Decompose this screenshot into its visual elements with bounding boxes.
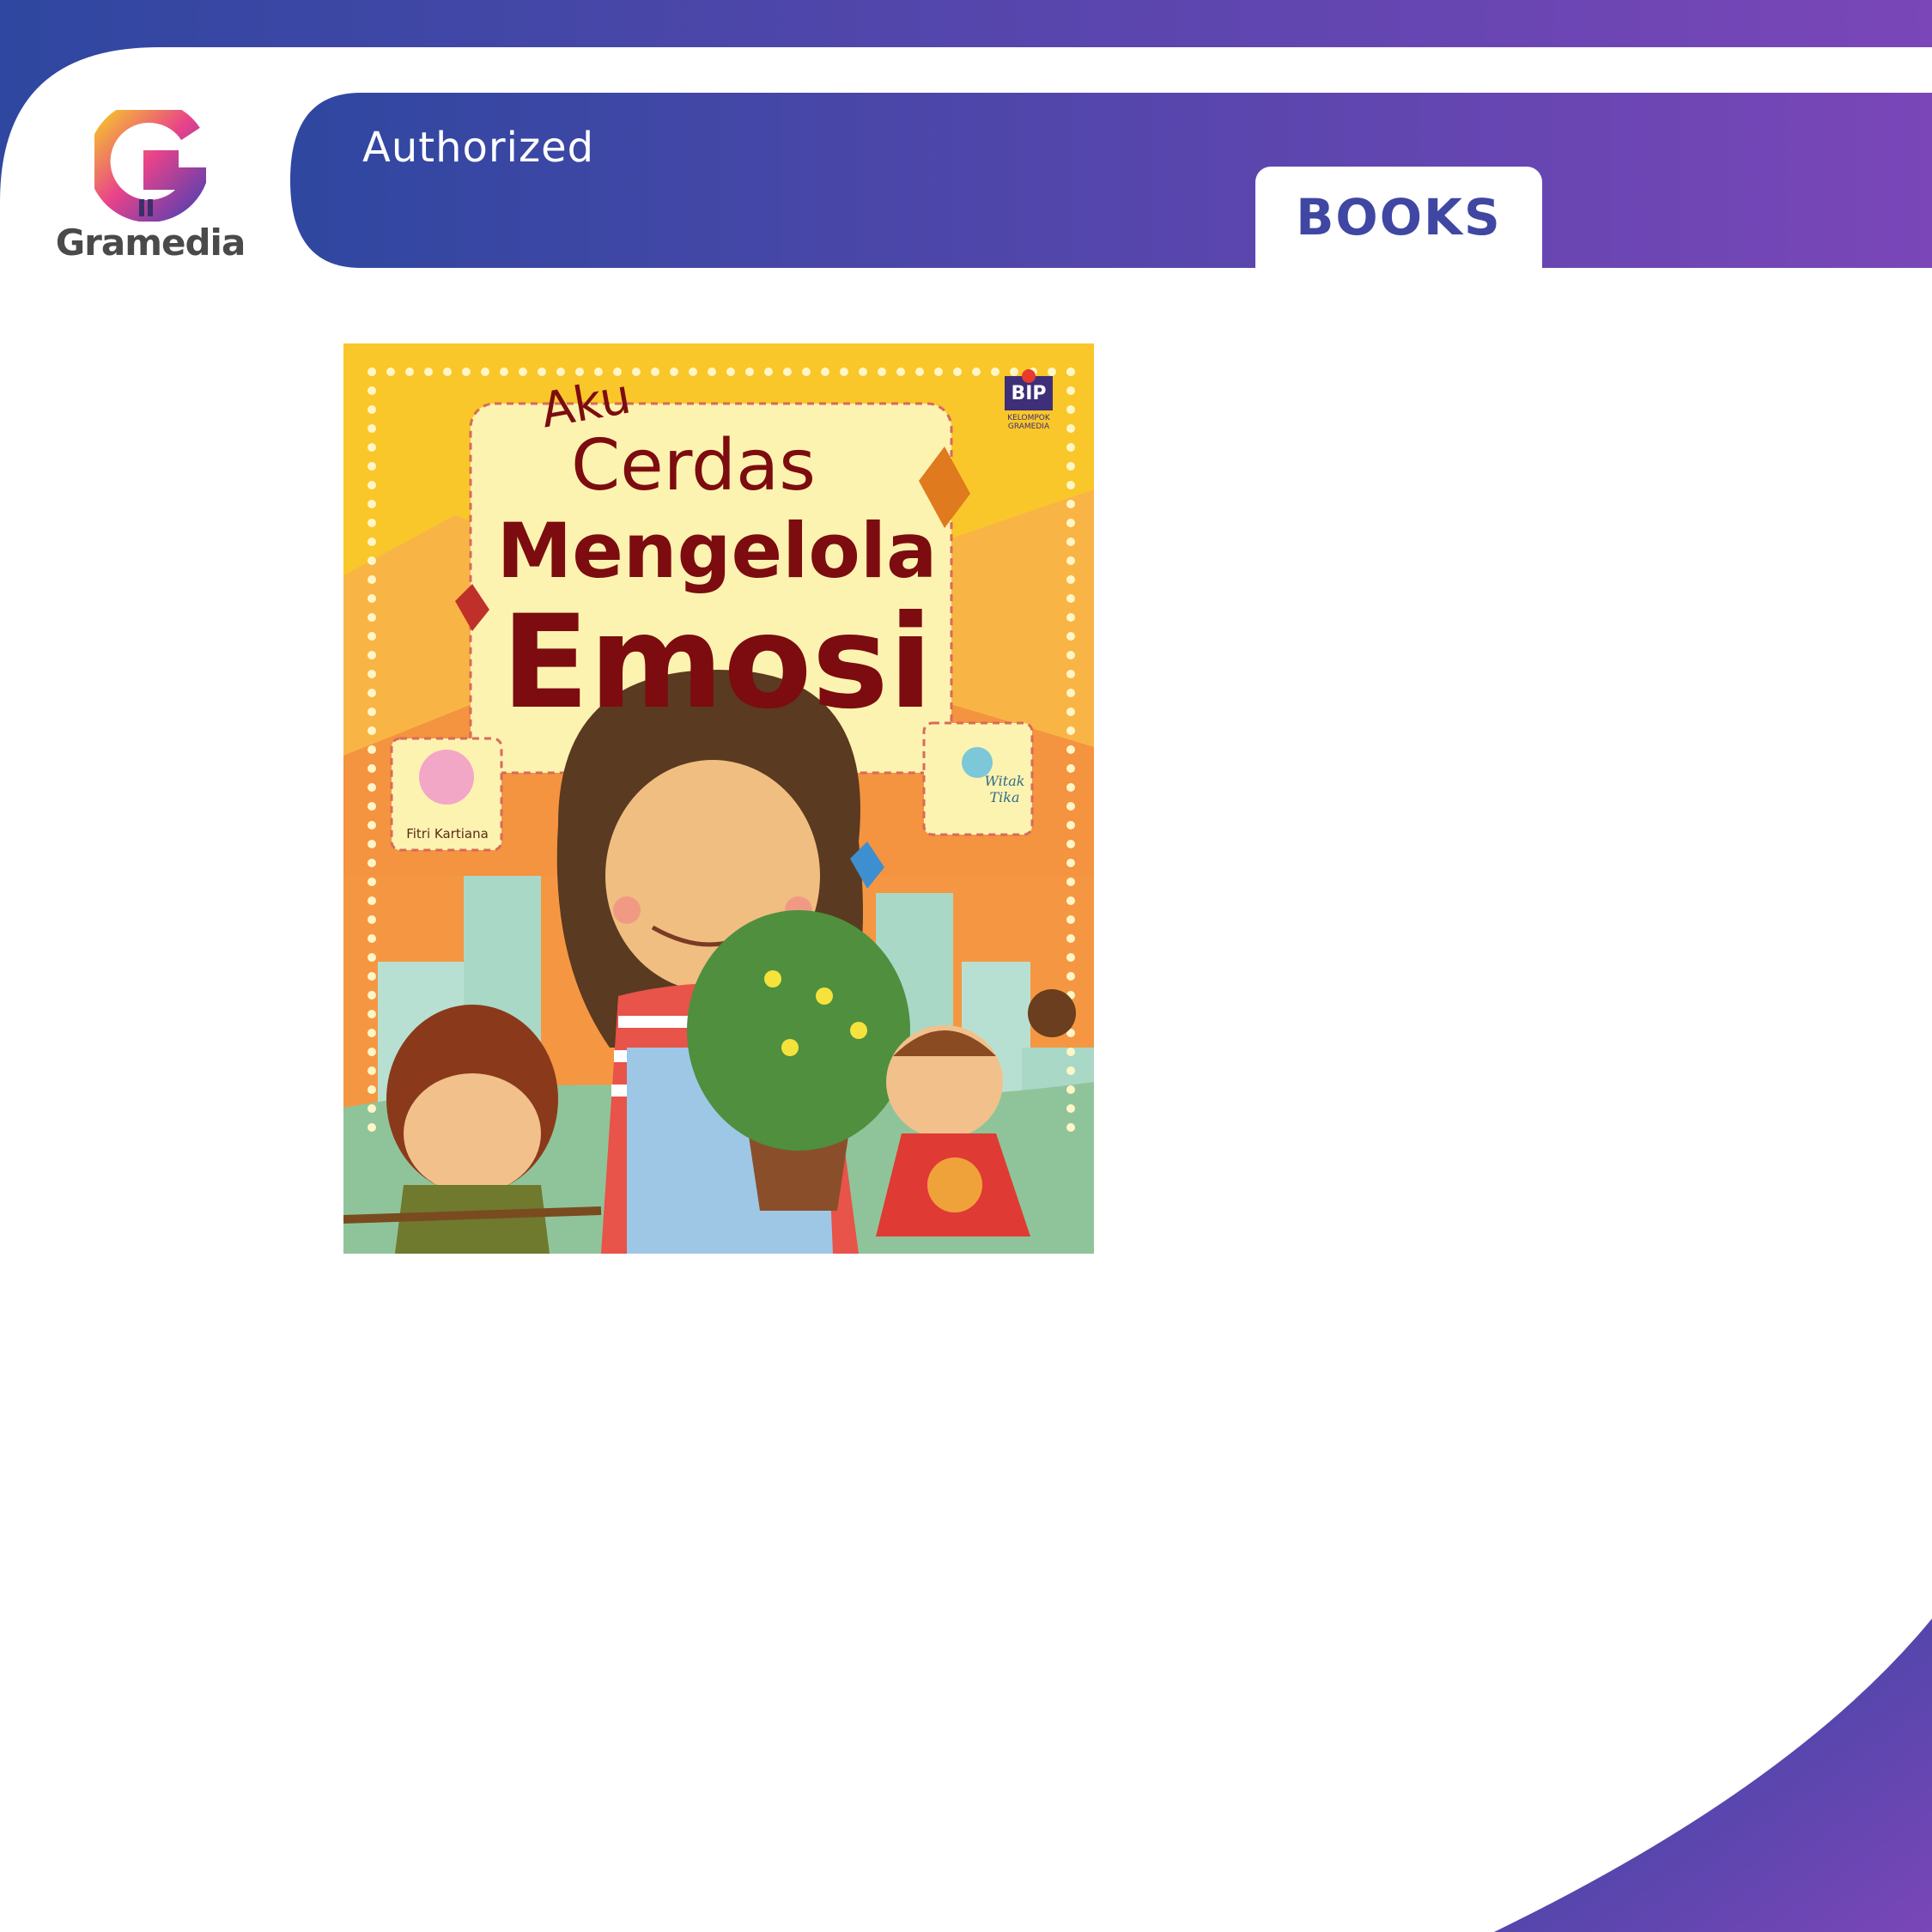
publisher-logo-text: BIP — [1011, 383, 1047, 404]
cover-title-line2: Cerdas — [571, 425, 816, 507]
cover-title-line3: Mengelola — [496, 507, 938, 595]
book-cover: Aku Cerdas Mengelola Emosi Fitri Kartian… — [343, 343, 1094, 1254]
cover-illustrator: Witak Tika — [984, 773, 1025, 805]
books-tab-label: BOOKS — [1296, 188, 1502, 246]
gramedia-g-logo-icon — [94, 110, 206, 222]
cover-title-line4: Emosi — [501, 588, 933, 738]
brand-name: Gramedia — [55, 222, 246, 264]
books-tab[interactable]: BOOKS — [1255, 167, 1542, 268]
header-label: Authorized — [362, 124, 595, 172]
publisher-sub: KELOMPOK GRAMEDIA — [1007, 414, 1050, 431]
cover-author: Fitri Kartiana — [406, 826, 489, 841]
